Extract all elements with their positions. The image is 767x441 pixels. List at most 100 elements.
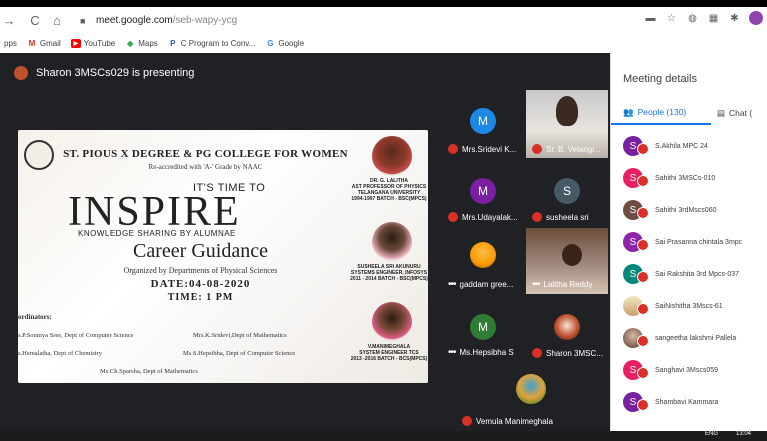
puzzle-icon[interactable]: ✱ <box>728 12 741 25</box>
participant-video <box>562 244 582 266</box>
google-icon: G <box>267 38 274 48</box>
reload-icon[interactable]: C <box>26 11 44 29</box>
mic-off-icon <box>637 143 649 155</box>
clock[interactable]: 13:04 <box>736 431 751 437</box>
language-indicator[interactable]: ENG <box>705 431 718 437</box>
participant-avatar: S <box>623 232 649 252</box>
bookmark-label: Gmail <box>39 38 61 48</box>
participant-list-item[interactable]: S Sai Prasanna chintala 3mpc <box>623 231 767 253</box>
speaker-photo <box>372 136 412 176</box>
career-guidance-title: Career Guidance <box>133 240 268 262</box>
participant-name: susheela sri <box>546 212 589 222</box>
browser-chrome: → C ⌂ ■ meet.google.com/seb-wapy-ycg ▬ ☆… <box>0 7 767 53</box>
participant-list-item[interactable]: SaiNishitha 3Mscs-61 <box>623 295 767 317</box>
participant-name: Mrs.Udayalak... <box>462 212 518 222</box>
participant-list-item[interactable]: S Sanghavi 3Mscs059 <box>623 359 767 381</box>
bookmark-label: pps <box>4 38 17 48</box>
speaker-caption: V.MANIMEGHALA SYSTEM ENGINEER TCS 2013 -… <box>350 344 428 362</box>
participant-name: Ms.Hepsibha S <box>459 348 514 357</box>
url-text: meet.google.com/seb-wapy-ycg <box>96 15 237 26</box>
bookmark-c-program[interactable]: P C Program to Conv... <box>168 38 256 48</box>
home-icon[interactable]: ⌂ <box>48 11 66 29</box>
mic-off-icon <box>637 271 649 283</box>
participant-avatar: M <box>470 178 496 204</box>
participant-label: Sr. B. Velangi... <box>532 144 601 154</box>
participant-tile[interactable]: Sharon 3MSC... <box>526 296 608 362</box>
tab-people[interactable]: 👥 People (130) <box>611 101 711 125</box>
participant-tile[interactable]: M ••• Ms.Hepsibha S <box>442 296 524 362</box>
bookmark-label: YouTube <box>83 38 116 48</box>
avatar-initial: S <box>629 140 637 152</box>
panel-title: Meeting details <box>623 73 697 85</box>
accreditation-text: Re-accredited with 'A-' Grade by NAAC <box>148 163 263 171</box>
presenting-bar: Sharon 3MSCs029 is presenting <box>0 53 610 93</box>
c-program-icon: P <box>170 38 176 48</box>
avatar-initial: S <box>629 396 637 408</box>
participant-tile[interactable]: M Mrs.Sridevi K... <box>442 90 524 158</box>
participant-avatar <box>516 374 546 404</box>
participant-name: Sr. B. Velangi... <box>546 144 601 154</box>
participant-tile[interactable]: S susheela sri <box>526 160 608 226</box>
camera-icon[interactable]: ▬ <box>644 12 657 25</box>
participant-label: ••• gaddam gree... <box>448 279 513 290</box>
star-icon[interactable]: ☆ <box>665 12 678 25</box>
grid-icon[interactable]: ▦ <box>707 12 720 25</box>
participant-name: Lalitha Reddy <box>543 280 593 289</box>
participant-list-item[interactable]: S Sai Rakshita 3rd Mpcs-037 <box>623 263 767 285</box>
people-icon: 👥 <box>623 106 634 117</box>
forward-icon[interactable]: → <box>0 11 18 29</box>
participant-avatar <box>623 296 649 316</box>
participant-list-item[interactable]: S Sahithi 3MSCs-010 <box>623 167 767 189</box>
participant-tile[interactable]: Vemula Manimeghala <box>456 364 604 430</box>
participant-name: SaiNishitha 3Mscs-61 <box>655 302 723 310</box>
speaker-batch: 1994-1997 BATCH - BSC(MPCS) <box>351 196 427 202</box>
participant-avatar: M <box>470 108 496 134</box>
coordinator-item: Mrs.K.Sridevi,Dept of Mathematics <box>193 332 287 339</box>
more-dots-icon: ••• <box>448 347 456 358</box>
participant-list-item[interactable]: S Shambavi Kammara <box>623 391 767 413</box>
event-time: TIME: 1 PM <box>167 292 234 303</box>
speaker-caption: SUSHEELA SRI AKUNURU SYSTEMS ENGINEER, I… <box>350 264 428 282</box>
more-dots-icon: ••• <box>532 279 540 290</box>
bookmark-youtube[interactable]: ▶ YouTube <box>70 38 116 48</box>
profile-avatar[interactable] <box>749 11 763 25</box>
bookmark-apps[interactable]: pps <box>4 39 17 48</box>
participant-tile[interactable]: ••• Lalitha Reddy <box>526 228 608 294</box>
college-crest-icon <box>24 140 54 170</box>
speaker-batch: 2011 - 2014 BATCH - BSC(MPCS) <box>350 276 428 282</box>
extension-icon[interactable]: ◍ <box>686 12 699 25</box>
participant-name: Sahithi 3MSCs-010 <box>655 174 716 182</box>
screen: → C ⌂ ■ meet.google.com/seb-wapy-ycg ▬ ☆… <box>0 0 767 441</box>
bookmark-gmail[interactable]: M Gmail <box>27 39 61 48</box>
bookmark-google[interactable]: G Google <box>265 39 304 48</box>
participant-avatar: M <box>470 314 496 340</box>
participant-name: Sai Rakshita 3rd Mpcs-037 <box>655 270 740 278</box>
avatar-initial: S <box>629 236 637 248</box>
address-bar[interactable]: ■ meet.google.com/seb-wapy-ycg <box>80 11 600 30</box>
mic-off-icon <box>532 212 542 222</box>
meeting-details-panel: Meeting details 👥 People (130) ▤ Chat ( S … <box>610 53 767 431</box>
speaker-photo <box>372 222 412 262</box>
participant-name: Sahithi 3rdMscs060 <box>655 206 717 214</box>
participant-list-item[interactable]: S Sahithi 3rdMscs060 <box>623 199 767 221</box>
participant-tile[interactable]: M Mrs.Udayalak... <box>442 160 524 226</box>
bookmark-label: Google <box>278 38 305 48</box>
participant-tile[interactable]: ••• gaddam gree... <box>442 228 524 294</box>
participant-list-item[interactable]: sangeetha lakshmi Pallela <box>623 327 767 349</box>
bookmark-maps[interactable]: ◆ Maps <box>125 39 158 48</box>
mic-off-icon <box>637 399 649 411</box>
participant-label: Mrs.Sridevi K... <box>448 144 516 154</box>
bookmark-label: C Program to Conv... <box>180 38 256 48</box>
participant-avatar <box>554 314 580 340</box>
participant-label: ••• Lalitha Reddy <box>532 279 592 290</box>
mic-off-icon <box>637 335 649 347</box>
tab-chat[interactable]: ▤ Chat ( <box>711 101 767 125</box>
url-host: meet.google.com <box>96 15 173 26</box>
avatar-initial: S <box>629 268 637 280</box>
chat-icon: ▤ <box>717 107 726 118</box>
participant-tile[interactable]: Sr. B. Velangi... <box>526 90 608 158</box>
participant-list-item[interactable]: S S.Akhila MPC 24 <box>623 135 767 157</box>
top-strip <box>0 0 767 7</box>
participant-avatar <box>470 242 496 268</box>
participant-label: Sharon 3MSC... <box>532 348 603 358</box>
